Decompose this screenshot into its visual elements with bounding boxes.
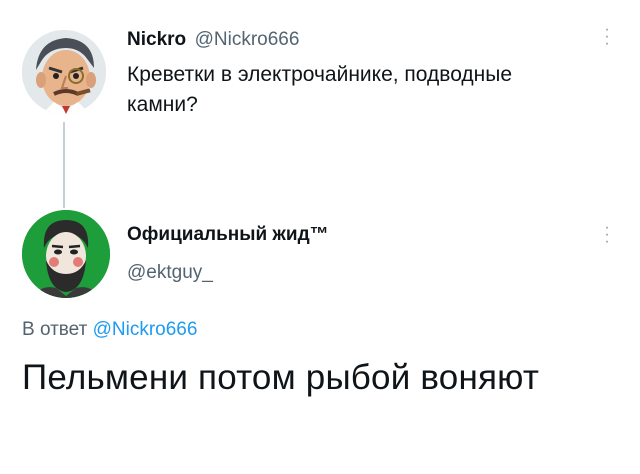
- reply-mention-link[interactable]: @Nickro666: [93, 319, 198, 340]
- bearded-man-avatar-icon[interactable]: [22, 210, 110, 298]
- tweet-text-line-1: Креветки в электрочайнике, подводные: [127, 63, 513, 86]
- author-name[interactable]: Официальный жид™: [127, 224, 329, 245]
- tweet-text: Креветки в электрочайнике, подводные кам…: [127, 60, 512, 120]
- more-options-icon[interactable]: · · ·: [604, 220, 610, 250]
- tweet-header: Официальный жид™: [127, 224, 329, 246]
- tweet-header: Nickro @Nickro666: [127, 29, 299, 51]
- thread-connector-line: [63, 122, 65, 208]
- author-handle[interactable]: @ektguy_: [127, 262, 213, 283]
- tweet-ektguy[interactable]: Официальный жид™ @ektguy_ · · ·: [0, 200, 640, 310]
- author-name[interactable]: Nickro: [127, 29, 186, 50]
- author-handle[interactable]: @Nickro666: [195, 29, 300, 50]
- reply-context: В ответ @Nickro666: [22, 319, 197, 341]
- cartoon-man-avatar-icon[interactable]: [22, 30, 106, 114]
- reply-tweet-text: Пельмени потом рыбой воняют: [22, 358, 540, 397]
- reply-prefix: В ответ: [22, 319, 88, 340]
- more-options-icon[interactable]: · · ·: [604, 22, 610, 52]
- tweet-nickro[interactable]: Nickro @Nickro666 Креветки в электрочайн…: [0, 0, 640, 130]
- tweet-text-line-2: камни?: [127, 93, 198, 116]
- tweet-handle-row: @ektguy_: [127, 262, 213, 284]
